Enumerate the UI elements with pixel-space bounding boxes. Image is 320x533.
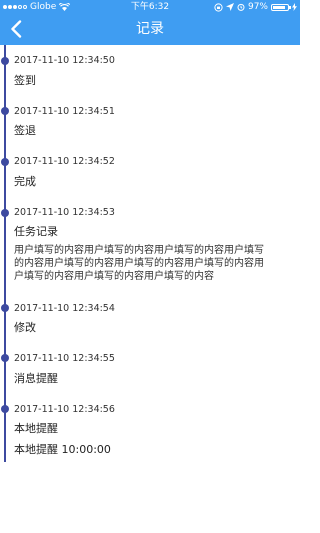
record-title: 签退 [14,124,36,137]
app-header: Globe 下午6:32 97% 记录 [0,0,300,45]
timeline-dot [1,158,9,166]
alarm-icon [237,3,245,11]
record-title: 消息提醒 [14,372,58,385]
location-icon [225,3,234,11]
battery-percent: 97% [247,2,268,12]
record-title: 修改 [14,321,36,334]
timeline-dot [1,354,9,362]
timeline-dot [1,107,9,115]
charging-icon [292,3,297,11]
status-bar: Globe 下午6:32 97% [0,0,300,14]
record-timestamp: 2017-11-10 12:34:53 [14,207,115,218]
timeline-dot [1,304,9,312]
record-timestamp: 2017-11-10 12:34:56 [14,404,115,415]
battery-icon [271,3,291,11]
timeline-dot [1,405,9,413]
record-detail-line: 的内容用户填写的内容用户填写的内容用户填写的内容用 [14,258,264,269]
record-timestamp: 2017-11-10 12:34:54 [14,303,115,314]
record-timestamp: 2017-11-10 12:34:51 [14,106,115,117]
record-detail-line: 户填写的内容用户填写的内容用户填写的内容 [14,271,214,282]
record-title: 签到 [14,74,36,87]
record-timeline: 2017-11-10 12:34:50 签到 2017-11-10 12:34:… [0,45,300,533]
timeline-dot [1,57,9,65]
timeline-dot [1,209,9,217]
record-title: 本地提醒 [14,422,58,435]
nav-bar: 记录 [0,14,300,45]
record-title: 任务记录 [14,225,58,238]
page-title: 记录 [136,21,164,37]
record-title: 完成 [14,175,36,188]
rotation-lock-icon [214,2,223,12]
record-timestamp: 2017-11-10 12:34:50 [14,55,115,66]
record-timestamp: 2017-11-10 12:34:55 [14,353,115,364]
record-detail: 本地提醒 10:00:00 [14,443,111,456]
record-timestamp: 2017-11-10 12:34:52 [14,156,115,167]
status-right: 97% [214,0,297,14]
record-detail-line: 用户填写的内容用户填写的内容用户填写的内容用户填写 [14,245,264,256]
